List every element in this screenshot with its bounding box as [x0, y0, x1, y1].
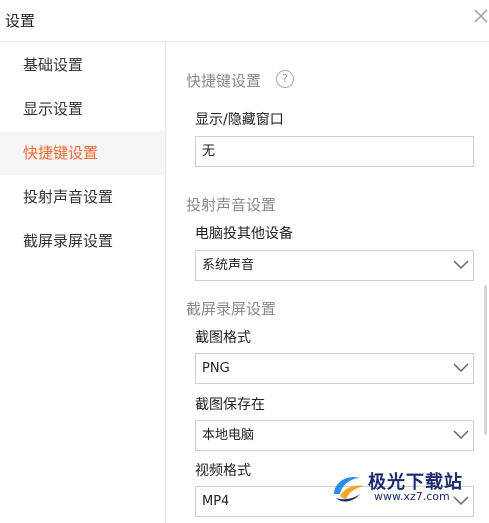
close-icon[interactable]	[474, 9, 488, 23]
sidebar-item-cast-audio[interactable]: 投射声音设置	[0, 175, 165, 219]
scrollbar-thumb[interactable]	[484, 285, 487, 435]
field-label-cast-device: 电脑投其他设备	[195, 226, 293, 242]
field-label-video-format: 视频格式	[195, 463, 251, 479]
section-title-capture: 截屏录屏设置	[186, 300, 277, 318]
sidebar-item-capture[interactable]: 截屏录屏设置	[0, 219, 165, 263]
help-icon[interactable]: ?	[276, 70, 294, 88]
shortcut-input-toggle-window[interactable]: 无	[195, 136, 474, 167]
title-bar: 设置	[0, 0, 489, 42]
video-format-value: MP4	[202, 494, 230, 509]
chevron-down-icon	[453, 363, 469, 373]
field-label-toggle-window: 显示/隐藏窗口	[195, 112, 284, 128]
screenshot-location-value: 本地电脑	[202, 428, 255, 443]
aurora-logo-icon	[334, 476, 364, 502]
sidebar-item-basic[interactable]: 基础设置	[0, 43, 165, 87]
field-label-screenshot-location: 截图保存在	[195, 397, 265, 413]
cast-audio-select-value: 系统声音	[202, 258, 255, 273]
sidebar: 基础设置 显示设置 快捷键设置 投射声音设置 截屏录屏设置	[0, 42, 166, 523]
sidebar-item-shortcuts[interactable]: 快捷键设置	[0, 131, 165, 175]
watermark: 极光下载站 www.xz7.com	[330, 466, 480, 508]
settings-panel: 快捷键设置 ? 显示/隐藏窗口 无 投射声音设置 电脑投其他设备 系统声音 截屏…	[166, 42, 489, 523]
cast-audio-select[interactable]: 系统声音	[195, 250, 474, 281]
screenshot-format-value: PNG	[202, 361, 230, 376]
chevron-down-icon	[453, 260, 469, 270]
section-title-cast-audio: 投射声音设置	[186, 196, 277, 214]
field-label-screenshot-format: 截图格式	[195, 330, 251, 346]
sidebar-item-display[interactable]: 显示设置	[0, 87, 165, 131]
watermark-url: www.xz7.com	[374, 490, 450, 503]
chevron-down-icon	[453, 430, 469, 440]
section-title-shortcuts: 快捷键设置	[186, 72, 262, 90]
window-title: 设置	[5, 12, 36, 30]
screenshot-location-select[interactable]: 本地电脑	[195, 420, 474, 451]
screenshot-format-select[interactable]: PNG	[195, 353, 474, 384]
